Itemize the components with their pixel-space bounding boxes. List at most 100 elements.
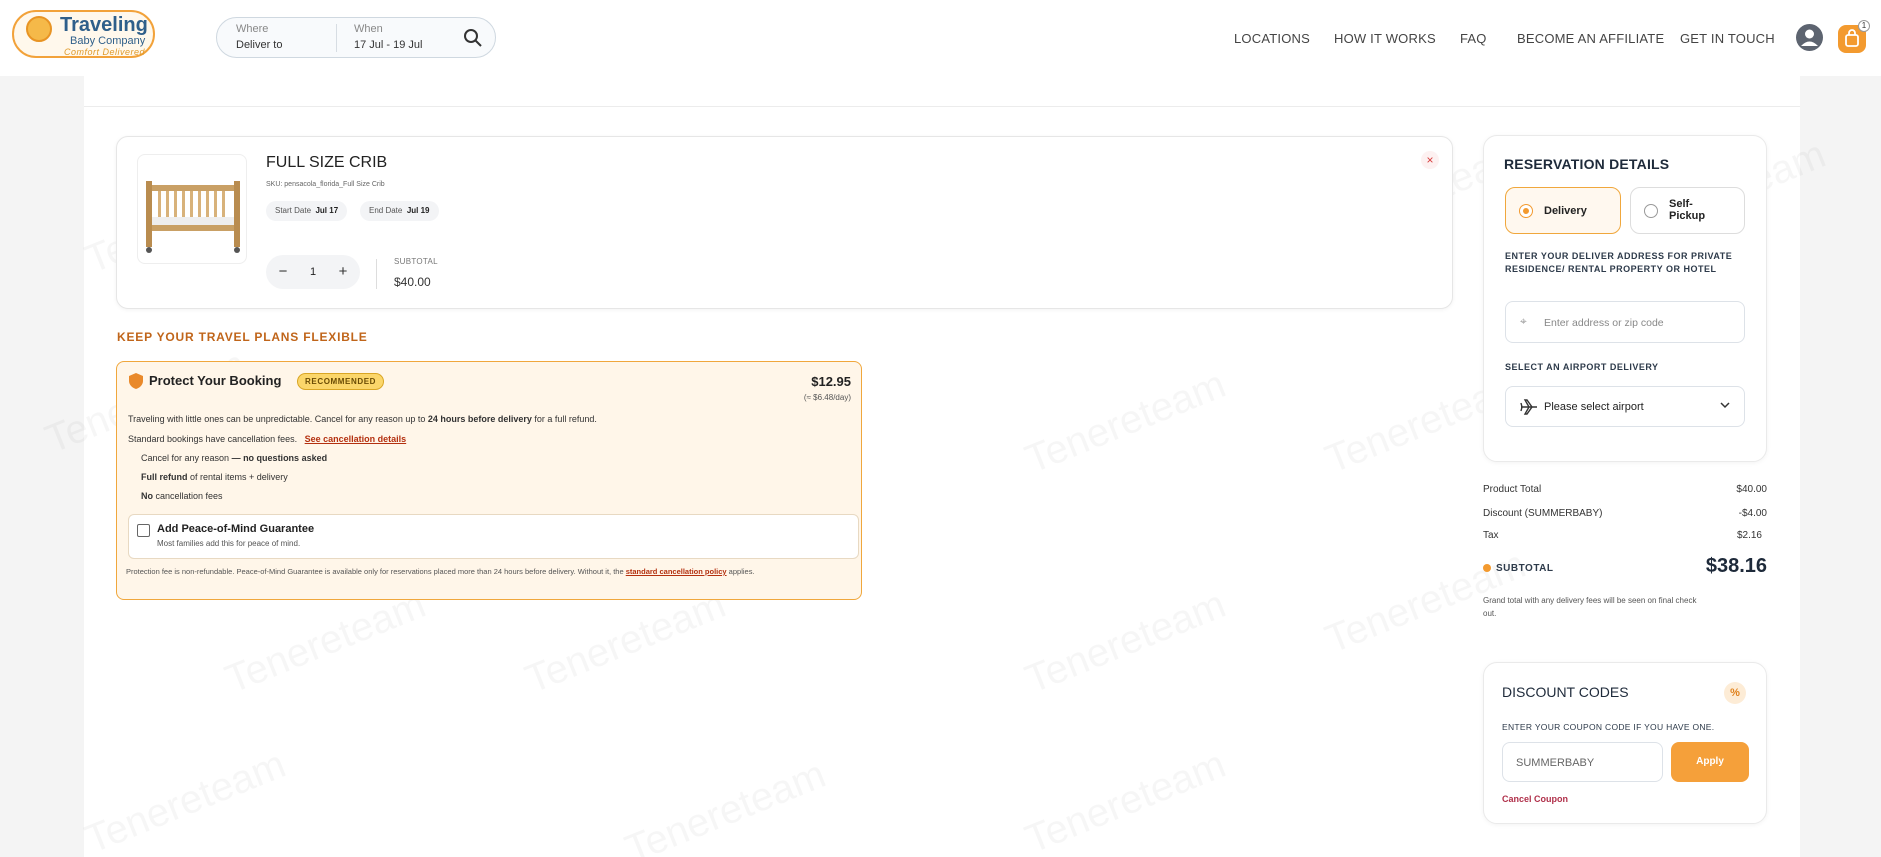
benefit-text: Cancel for any reason [141, 453, 230, 463]
reservation-details-card: RESERVATION DETAILS Delivery Self- Picku… [1483, 135, 1767, 462]
protect-per-day: (≈ $6.48/day) [803, 393, 851, 402]
cancellation-fees-line: Standard bookings have cancellation fees… [128, 434, 406, 444]
header: Traveling Baby Company Comfort Delivered… [0, 0, 1881, 76]
footnote-text: Protection fee is non-refundable. Peace-… [126, 567, 626, 576]
protect-booking-box: Protect Your Booking RECOMMENDED $12.95 … [116, 361, 862, 600]
discount-codes-card: DISCOUNT CODES % ENTER YOUR COUPON CODE … [1483, 662, 1767, 824]
airport-select[interactable]: Please select airport [1505, 386, 1745, 427]
self-pickup-option[interactable]: Self- Pickup [1630, 187, 1745, 234]
product-total-row: Product Total $40.00 [1483, 484, 1767, 495]
benefit-bold: — no questions asked [229, 453, 328, 463]
recommended-badge: RECOMMENDED [297, 373, 385, 390]
end-date-value: Jul 19 [406, 206, 430, 215]
start-date-chip: Start Date Jul 17 [266, 201, 348, 221]
product-total-value: $40.00 [1736, 484, 1767, 495]
airport-label: SELECT AN AIRPORT DELIVERY [1505, 362, 1659, 372]
airplane-icon [1520, 399, 1537, 415]
address-input[interactable]: ⌖ Enter address or zip code [1505, 301, 1745, 343]
nav-how-it-works[interactable]: HOW IT WORKS [1334, 31, 1436, 46]
desc-text: Traveling with little ones can be unpred… [128, 414, 428, 424]
protect-price: $12.95 [811, 374, 851, 389]
protect-title: Protect Your Booking [149, 373, 282, 388]
cancellation-policy-link[interactable]: standard cancellation policy [626, 567, 727, 576]
peace-title: Add Peace-of-Mind Guarantee [157, 523, 315, 535]
end-date-label: End Date [369, 206, 403, 215]
remove-item-button[interactable]: × [1421, 151, 1439, 169]
product-sku: SKU: pensacola_florida_Full Size Crib [266, 181, 385, 188]
subtotal-row: SUBTOTAL $38.16 [1483, 555, 1767, 581]
grand-total-note: Grand total with any delivery fees will … [1483, 596, 1697, 618]
account-icon[interactable] [1796, 24, 1823, 51]
brand-tagline: Comfort Delivered [64, 47, 146, 57]
cancel-coupon-link[interactable]: Cancel Coupon [1502, 794, 1568, 804]
tax-row: Tax $2.16 [1483, 530, 1767, 541]
divider [376, 259, 377, 289]
brand-name: Traveling [60, 14, 148, 36]
delivery-label: Delivery [1544, 205, 1587, 217]
footnote-text: applies. [726, 567, 755, 576]
search-icon[interactable] [463, 28, 483, 48]
location-pin-icon: ⌖ [1520, 314, 1527, 328]
benefit-item: No cancellation fees [141, 491, 223, 501]
cancellation-details-link[interactable]: See cancellation details [305, 434, 407, 444]
where-label: Where [236, 23, 269, 35]
product-image [137, 154, 247, 264]
flex-heading: KEEP YOUR TRAVEL PLANS FLEXIBLE [117, 330, 368, 344]
cart-count-badge: 1 [1858, 20, 1870, 32]
nav-become-affiliate[interactable]: BECOME AN AFFILIATE [1517, 31, 1664, 46]
percent-icon: % [1724, 682, 1746, 704]
where-value: Deliver to [236, 39, 283, 51]
peace-of-mind-option[interactable]: Add Peace-of-Mind Guarantee Most familie… [128, 514, 859, 559]
where-field[interactable]: Where Deliver to [236, 23, 282, 51]
search-bar[interactable]: Where Deliver to When 17 Jul - 19 Jul [216, 17, 496, 58]
self-pickup-line: Pickup [1669, 210, 1706, 222]
desc-text: for a full refund. [531, 414, 597, 424]
start-date-label: Start Date [275, 206, 312, 215]
coupon-value: SUMMERBABY [1516, 757, 1595, 769]
product-total-label: Product Total [1483, 484, 1542, 495]
discount-title: DISCOUNT CODES [1502, 684, 1629, 700]
chevron-down-icon [1720, 402, 1730, 409]
apply-button[interactable]: Apply [1671, 742, 1749, 782]
peace-of-mind-checkbox[interactable] [137, 524, 150, 537]
benefit-text: cancellation fees [153, 491, 223, 501]
address-label: ENTER YOUR DELIVER ADDRESS FOR PRIVATE R… [1505, 251, 1733, 274]
benefit-bold: Full refund [141, 472, 188, 482]
coupon-input[interactable]: SUMMERBABY [1502, 742, 1663, 782]
brand-logo[interactable]: Traveling Baby Company Comfort Delivered [12, 10, 155, 60]
delivery-option[interactable]: Delivery [1505, 187, 1621, 234]
shield-icon [129, 373, 143, 389]
product-title[interactable]: FULL SIZE CRIB [266, 154, 387, 172]
decrease-button[interactable]: − [268, 255, 298, 289]
baby-face-icon [26, 16, 52, 42]
self-pickup-radio[interactable] [1644, 204, 1658, 218]
quantity-stepper: − 1 + [266, 255, 360, 289]
divider [84, 106, 1800, 107]
self-pickup-line: Self- [1669, 198, 1693, 210]
item-subtotal-label: SUBTOTAL [394, 257, 438, 266]
reservation-title: RESERVATION DETAILS [1504, 156, 1670, 172]
airport-select-value: Please select airport [1544, 401, 1644, 413]
start-date-value: Jul 17 [315, 206, 339, 215]
nav-locations[interactable]: LOCATIONS [1234, 31, 1310, 46]
fees-text: Standard bookings have cancellation fees… [128, 434, 298, 444]
protect-footnote: Protection fee is non-refundable. Peace-… [126, 567, 755, 576]
nav-faq[interactable]: FAQ [1460, 31, 1487, 46]
user-icon [1801, 29, 1818, 46]
search-divider [336, 24, 337, 52]
self-pickup-label: Self- Pickup [1669, 198, 1705, 222]
delivery-radio[interactable] [1519, 204, 1533, 218]
address-placeholder: Enter address or zip code [1544, 317, 1664, 329]
nav-get-in-touch[interactable]: GET IN TOUCH [1680, 31, 1775, 46]
brand-sub: Baby Company [70, 35, 146, 47]
benefit-bold: No [141, 491, 153, 501]
when-field[interactable]: When 17 Jul - 19 Jul [354, 23, 422, 51]
tax-label: Tax [1483, 530, 1499, 541]
peace-subtitle: Most families add this for peace of mind… [157, 539, 301, 548]
quantity-value: 1 [309, 266, 317, 278]
protect-description: Traveling with little ones can be unpred… [128, 414, 597, 424]
increase-button[interactable]: + [328, 255, 358, 289]
discount-row: Discount (SUMMERBABY) -$4.00 [1483, 508, 1767, 519]
crib-image [146, 181, 240, 253]
benefit-item: Cancel for any reason — no questions ask… [141, 453, 327, 463]
